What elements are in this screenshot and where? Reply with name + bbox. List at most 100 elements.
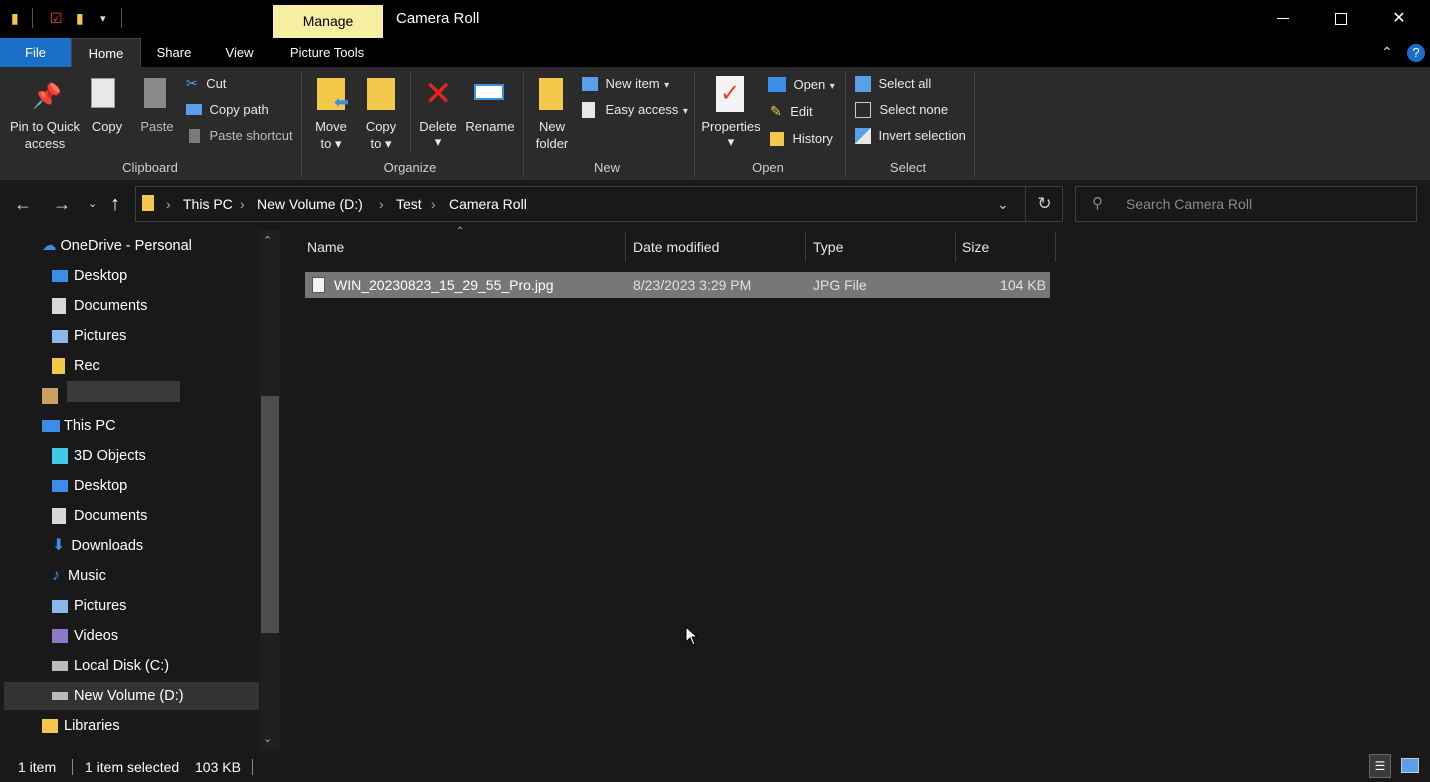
move-to-button[interactable]: ⬅ Move to ▾ [308, 74, 354, 154]
history-button[interactable]: History [770, 130, 833, 148]
copy-to-button[interactable]: Copy to ▾ [358, 74, 404, 154]
tab-file[interactable]: File [0, 38, 71, 67]
group-divider [523, 72, 524, 177]
nav-item-pictures[interactable]: Pictures [52, 591, 126, 621]
tab-home[interactable]: Home [71, 38, 141, 67]
desktop-icon [52, 270, 68, 283]
column-divider[interactable] [955, 232, 956, 262]
music-note-icon: ♪ [52, 567, 60, 584]
column-divider[interactable] [1055, 232, 1056, 262]
paste-button[interactable]: Paste [136, 74, 178, 136]
forward-arrow-icon[interactable]: → [53, 194, 71, 215]
file-size-cell: 104 KB [1000, 277, 1046, 293]
drive-icon [52, 661, 68, 672]
group-divider [301, 72, 302, 177]
column-divider[interactable] [805, 232, 806, 262]
back-arrow-icon[interactable]: ← [14, 194, 32, 215]
nav-item-documents[interactable]: Documents [52, 501, 147, 531]
nav-label: OneDrive - Personal [60, 238, 192, 254]
nav-item-3d-objects[interactable]: 3D Objects [52, 441, 146, 471]
new-folder-qat-icon[interactable]: ▮ [76, 10, 84, 27]
file-list [282, 230, 1430, 751]
crumb-new-volume[interactable]: New Volume (D:) [257, 196, 363, 212]
select-all-button[interactable]: Select all [855, 75, 931, 93]
selected-count: 1 item selected [85, 759, 180, 775]
select-all-label: Select all [878, 76, 932, 91]
large-icons-view-icon[interactable] [1401, 758, 1419, 773]
cut-button[interactable]: ✂ Cut [186, 75, 226, 93]
customize-qat-icon[interactable]: ▾ [100, 12, 106, 25]
help-icon[interactable]: ? [1407, 44, 1425, 62]
nav-item-new-volume-d[interactable]: New Volume (D:) [52, 681, 184, 711]
column-divider[interactable] [625, 232, 626, 262]
up-arrow-icon[interactable]: ↑ [110, 193, 120, 216]
column-header-type[interactable]: Type [813, 232, 843, 262]
invert-selection-label: Invert selection [878, 128, 966, 143]
scroll-down-icon[interactable]: ⌄ [263, 732, 272, 745]
open-icon [768, 77, 786, 93]
nav-item-local-disk-c[interactable]: Local Disk (C:) [52, 651, 169, 681]
column-header-name[interactable]: Name [307, 232, 344, 262]
nav-item-desktop[interactable]: Desktop [52, 471, 127, 501]
properties-button[interactable]: ✓ Properties ▾ [699, 74, 763, 154]
chevron-down-icon: ▾ [664, 80, 670, 91]
crumb-test[interactable]: Test [396, 196, 422, 212]
minimize-button[interactable] [1254, 0, 1312, 38]
libraries-icon [42, 719, 58, 734]
maximize-button[interactable] [1312, 0, 1370, 38]
pictures-icon [52, 329, 68, 343]
tab-picture-tools[interactable]: Picture Tools [277, 38, 377, 67]
close-icon: ✕ [1392, 10, 1406, 27]
pin-to-quick-access-button[interactable]: 📌 Pin to Quick access [0, 74, 90, 154]
window-title: Camera Roll [396, 10, 480, 27]
select-none-button[interactable]: Select none [855, 101, 948, 119]
tab-manage[interactable]: Manage [273, 5, 383, 38]
column-header-date[interactable]: Date modified [633, 232, 719, 262]
tab-view[interactable]: View [212, 38, 267, 67]
delete-button[interactable]: ✕ Delete ▾ [414, 74, 462, 154]
edit-button[interactable]: ✎ Edit [770, 103, 813, 121]
nav-item-od-rec[interactable]: Rec [52, 351, 100, 381]
delete-dropdown-icon: ▾ [434, 134, 442, 149]
nav-item-od-pictures[interactable]: Pictures [52, 321, 126, 351]
nav-item-od-documents[interactable]: Documents [52, 291, 147, 321]
nav-item-libraries[interactable]: Libraries [42, 711, 120, 741]
paste-shortcut-button[interactable]: Paste shortcut [189, 127, 293, 145]
nav-item-od-desktop[interactable]: Desktop [52, 261, 127, 291]
properties-qat-icon[interactable]: ☑ [50, 10, 63, 27]
invert-selection-button[interactable]: Invert selection [855, 127, 966, 145]
crumb-camera-roll[interactable]: Camera Roll [449, 196, 527, 212]
scroll-up-icon[interactable]: ⌃ [263, 234, 272, 247]
organize-group-label: Organize [383, 160, 437, 175]
crumb-this-pc[interactable]: This PC [183, 196, 233, 212]
nav-scrollbar-thumb[interactable] [261, 396, 279, 633]
recent-locations-icon[interactable]: ⌄ [88, 197, 97, 210]
column-header-size[interactable]: Size [962, 232, 989, 262]
new-item-button[interactable]: New item ▾ [582, 75, 669, 93]
move-to-label: Move [315, 119, 347, 134]
nav-item-user[interactable] [42, 381, 58, 411]
nav-item-onedrive[interactable]: ☁ OneDrive - Personal [42, 231, 192, 261]
nav-item-music[interactable]: ♪ Music [52, 561, 106, 591]
close-button[interactable]: ✕ [1370, 0, 1428, 38]
easy-access-button[interactable]: Easy access ▾ [582, 101, 688, 119]
nav-label: Documents [74, 298, 148, 314]
copy-icon [91, 78, 115, 108]
new-folder-label-1: New [538, 119, 565, 134]
collapse-ribbon-icon[interactable]: ⌃ [1381, 44, 1393, 61]
open-button[interactable]: Open ▾ [768, 76, 835, 94]
nav-item-videos[interactable]: Videos [52, 621, 118, 651]
nav-item-this-pc[interactable]: This PC [42, 411, 116, 441]
pin-icon: 📌 [32, 83, 62, 110]
copy-path-button[interactable]: Copy path [186, 101, 269, 119]
tab-share[interactable]: Share [145, 38, 203, 67]
rename-button[interactable]: Rename [464, 74, 516, 136]
nav-label: This PC [64, 418, 116, 434]
refresh-icon[interactable]: ↻ [1025, 186, 1063, 222]
nav-item-downloads[interactable]: ⬇ Downloads [52, 531, 143, 561]
details-view-icon[interactable]: ☰ [1369, 754, 1391, 778]
copy-button[interactable]: Copy [86, 74, 128, 136]
address-dropdown-icon[interactable]: ⌄ [997, 196, 1009, 213]
sort-ascending-icon: ⌃ [456, 226, 465, 237]
new-folder-button[interactable]: New folder [530, 74, 574, 154]
